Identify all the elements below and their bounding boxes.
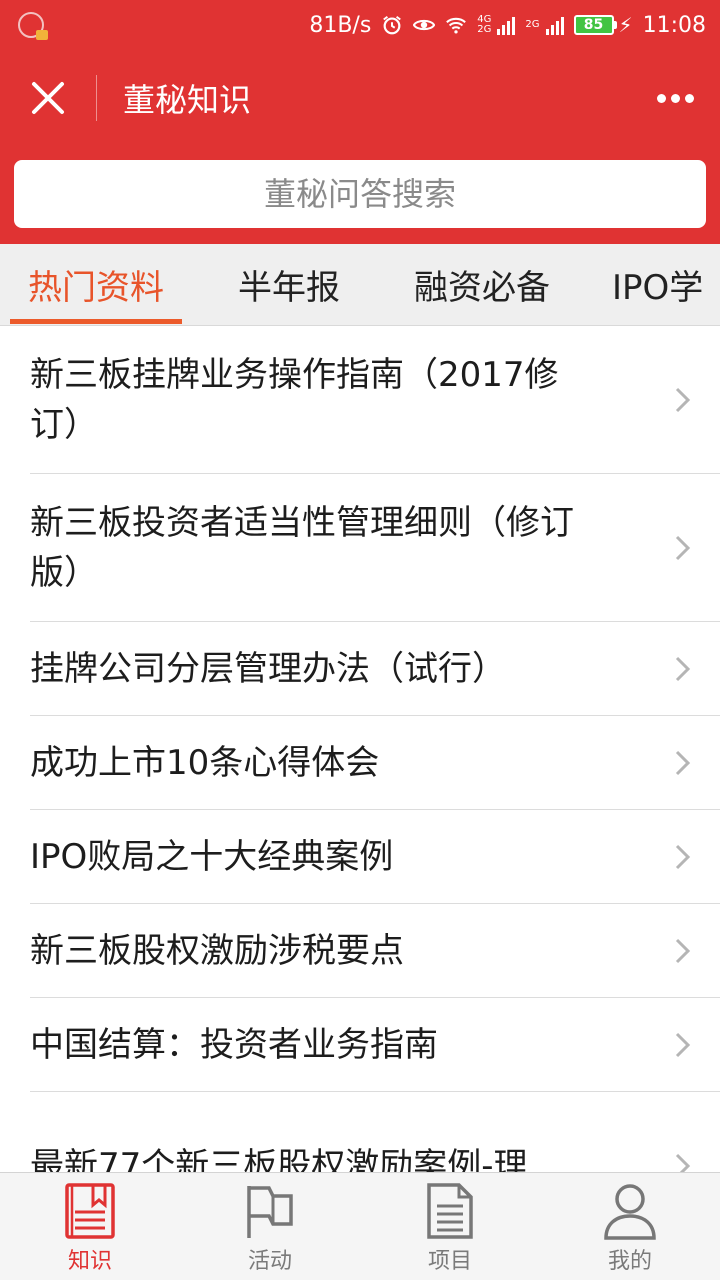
more-dot-icon xyxy=(656,93,666,103)
flag-icon xyxy=(242,1181,298,1241)
nav-label-projects: 项目 xyxy=(427,1249,472,1274)
network-type-primary: 4G 2G xyxy=(477,15,491,35)
wifi-icon xyxy=(445,14,467,36)
title-bar: 董秘知识 xyxy=(0,50,720,146)
list-item-title-line: 新三板挂牌业务操作指南（2017修 xyxy=(30,354,559,395)
list-item[interactable]: 新三板股权激励涉税要点 xyxy=(30,904,720,998)
signal-bars-secondary-icon xyxy=(545,15,564,35)
chevron-right-icon xyxy=(674,534,692,562)
alarm-icon xyxy=(381,14,403,36)
list-item-title-line: 新三板投资者适当性管理细则（修订 xyxy=(30,502,574,543)
signal-bars-icon xyxy=(497,15,516,35)
network-speed: 81B/s xyxy=(309,12,372,38)
app-root: 81B/s 4G 2G 2G 85 ⚡ 11:08 董秘知识 董秘问答搜索 热门… xyxy=(0,0,720,1280)
chevron-right-icon xyxy=(674,749,692,777)
list-item-title-line: 最新77个新三板股权激励案例-理 xyxy=(30,1145,528,1173)
list-item[interactable]: 新三板投资者适当性管理细则（修订 版） xyxy=(30,474,720,622)
close-button[interactable] xyxy=(0,50,96,146)
list-item-title: 中国结算：投资者业务指南 xyxy=(30,1024,438,1065)
book-icon xyxy=(62,1181,118,1241)
list-item-title: 挂牌公司分层管理办法（试行） xyxy=(30,648,506,689)
tab-half-year-report[interactable]: 半年报 xyxy=(238,244,340,325)
nav-label-knowledge: 知识 xyxy=(67,1249,112,1274)
charging-bolt-icon: ⚡ xyxy=(618,13,633,37)
nav-item-knowledge[interactable]: 知识 xyxy=(0,1173,180,1280)
document-icon xyxy=(422,1181,478,1241)
list-item[interactable]: 中国结算：投资者业务指南 xyxy=(30,998,720,1092)
chevron-right-icon xyxy=(674,655,692,683)
tab-ipo[interactable]: IPO学 xyxy=(612,244,703,325)
search-area xyxy=(0,146,720,244)
tab-financing-essentials[interactable]: 融资必备 xyxy=(414,244,550,325)
list-item[interactable]: 挂牌公司分层管理办法（试行） xyxy=(30,622,720,716)
list-item-title: 新三板股权激励涉税要点 xyxy=(30,930,404,971)
close-icon xyxy=(32,82,64,114)
nav-item-projects[interactable]: 项目 xyxy=(360,1173,540,1280)
list-item[interactable]: 最新77个新三板股权激励案例-理 xyxy=(30,1092,720,1172)
list-item-title: 新三板投资者适当性管理细则（修订 版） xyxy=(30,498,574,598)
chevron-right-icon xyxy=(674,937,692,965)
app-notification-icon xyxy=(18,12,48,40)
tab-hot-materials[interactable]: 热门资料 xyxy=(10,244,182,325)
more-options-button[interactable] xyxy=(630,50,720,146)
network-type-secondary: 2G xyxy=(525,20,539,30)
nav-item-activities[interactable]: 活动 xyxy=(180,1173,360,1280)
chevron-right-icon xyxy=(674,1152,692,1172)
category-tabs: 热门资料 半年报 融资必备 IPO学 xyxy=(0,244,720,326)
list-item[interactable]: 成功上市10条心得体会 xyxy=(30,716,720,810)
list-item[interactable]: 新三板挂牌业务操作指南（2017修 订） xyxy=(30,326,720,474)
status-bar: 81B/s 4G 2G 2G 85 ⚡ 11:08 xyxy=(0,0,720,50)
clock: 11:08 xyxy=(642,12,706,38)
bottom-nav: 知识 活动 项目 我的 xyxy=(0,1172,720,1280)
person-icon xyxy=(602,1181,658,1241)
battery-level: 85 xyxy=(573,15,614,35)
more-dot-icon xyxy=(670,93,680,103)
network-type-secondary-label: 2G xyxy=(525,19,540,30)
chevron-right-icon xyxy=(674,386,692,414)
list-item[interactable]: IPO败局之十大经典案例 xyxy=(30,810,720,904)
status-right: 81B/s 4G 2G 2G 85 ⚡ 11:08 xyxy=(309,13,706,38)
title-divider xyxy=(96,75,97,121)
eye-icon xyxy=(413,14,436,36)
list-item-title-line: 版） xyxy=(30,552,98,593)
article-list: 新三板挂牌业务操作指南（2017修 订） 新三板投资者适当性管理细则（修订 版）… xyxy=(0,326,720,1172)
list-item-title: 成功上市10条心得体会 xyxy=(30,742,380,783)
chevron-right-icon xyxy=(674,1031,692,1059)
nav-item-mine[interactable]: 我的 xyxy=(540,1173,720,1280)
list-item-title-line: 订） xyxy=(30,404,98,445)
list-item-title: IPO败局之十大经典案例 xyxy=(30,836,394,877)
list-item-title: 新三板挂牌业务操作指南（2017修 订） xyxy=(30,350,559,450)
status-left xyxy=(18,12,48,40)
search-input[interactable] xyxy=(14,160,706,228)
more-dot-icon xyxy=(684,93,694,103)
battery-icon: 85 ⚡ xyxy=(573,13,633,37)
page-title: 董秘知识 xyxy=(123,81,252,119)
nav-label-mine: 我的 xyxy=(607,1249,652,1274)
network-type-bottom: 2G xyxy=(477,24,492,35)
chevron-right-icon xyxy=(674,843,692,871)
list-item-title: 最新77个新三板股权激励案例-理 xyxy=(30,1141,528,1173)
nav-label-activities: 活动 xyxy=(247,1249,292,1274)
